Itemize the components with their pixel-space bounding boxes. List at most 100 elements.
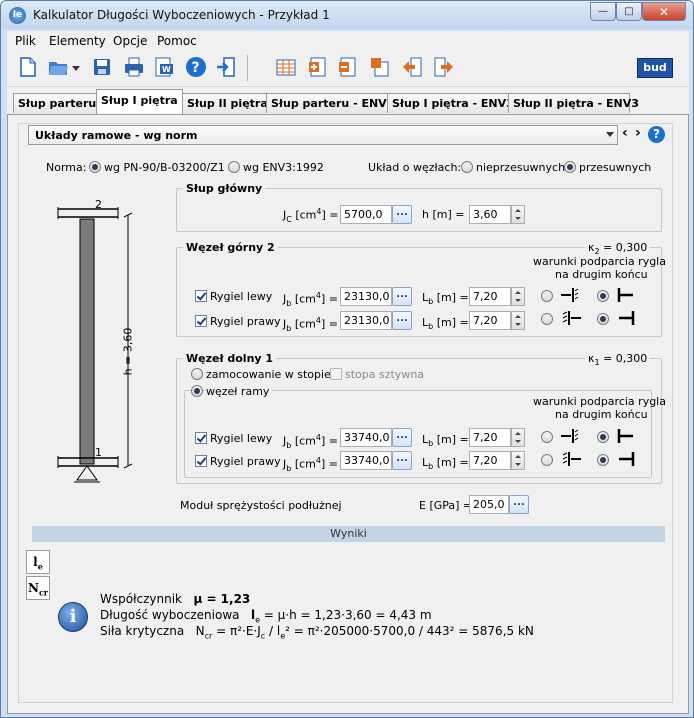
tab-slup-i-pietra[interactable]: Słup I piętra — [96, 89, 183, 114]
help-icon[interactable]: ? — [185, 56, 207, 78]
ncr-button[interactable]: Ncr — [26, 576, 50, 600]
wd-lb-lewy-input[interactable]: 7,20 — [469, 428, 511, 447]
wg-lb-prawy-spinner[interactable] — [511, 311, 525, 330]
move-right-icon[interactable] — [433, 56, 455, 78]
wd-prawy-hinged-radio[interactable] — [541, 454, 553, 466]
jb-unit-pre: [cm — [294, 317, 316, 331]
table-icon[interactable] — [275, 56, 297, 78]
stopa-sztywna-checkbox[interactable] — [330, 368, 342, 380]
print-icon[interactable] — [123, 56, 145, 78]
wg-lewy-hinged-radio[interactable] — [541, 290, 553, 302]
uklad-przesuwnych-label[interactable]: przesuwnych — [579, 161, 651, 174]
wg-prawy-fixed-radio[interactable] — [597, 313, 609, 325]
wg-prawy-hinged-radio[interactable] — [541, 313, 553, 325]
result-line-1: Współczynnik μ = 1,23 — [100, 592, 250, 606]
wd-jb-lewy-browse-button[interactable]: ... — [392, 428, 412, 447]
jc-unit-pre: [cm — [295, 208, 317, 222]
menu-plik[interactable]: Plik — [15, 34, 36, 48]
wg-jb-lewy-input[interactable]: 23130,0 — [340, 287, 392, 306]
wd-rygiel-lewy-label[interactable]: Rygiel lewy — [210, 432, 272, 445]
kappa1-sub: 1 — [594, 358, 600, 368]
wd-jb-prawy-input[interactable]: 33740,0 — [340, 451, 392, 470]
export-word-icon[interactable]: W — [153, 56, 175, 78]
tab-slup-i-pietra-env3[interactable]: Słup I piętra - ENV3 — [387, 93, 514, 113]
next-button[interactable]: › — [635, 125, 641, 141]
new-document-icon[interactable] — [17, 56, 39, 78]
add-above-icon[interactable] — [307, 56, 329, 78]
wg-lb-lewy-input[interactable]: 7,20 — [469, 287, 511, 306]
wd-jb-prawy-browse-button[interactable]: ... — [392, 451, 412, 470]
wg-jb-prawy-browse-button[interactable]: ... — [392, 311, 412, 330]
wg-rygiel-prawy-checkbox[interactable] — [195, 315, 207, 327]
top-node-label: 2 — [95, 198, 102, 211]
jb-sub: b — [286, 298, 292, 308]
layout-type-select[interactable]: Układy ramowe - wg norm — [28, 125, 618, 145]
wd-lb-lewy-label: Lb [m] = — [422, 433, 469, 448]
jb-sub: b — [286, 440, 292, 450]
wezel-ramy-label[interactable]: węzeł ramy — [206, 385, 273, 398]
dropdown-arrow-icon[interactable] — [71, 56, 81, 78]
wezel-ramy-radio[interactable] — [191, 385, 203, 397]
wg-rygiel-lewy-label[interactable]: Rygiel lewy — [210, 290, 272, 303]
lb-unit: [m] = — [436, 291, 469, 304]
zamocowanie-radio[interactable] — [191, 368, 203, 380]
h-spinner[interactable] — [511, 205, 525, 224]
e-browse-button[interactable]: ... — [509, 495, 529, 514]
wd-lb-prawy-input[interactable]: 7,20 — [469, 451, 511, 470]
menu-elementy[interactable]: Elementy — [49, 34, 106, 48]
move-left-icon[interactable] — [401, 56, 423, 78]
hinged-support-icon — [561, 288, 579, 302]
zamocowanie-label[interactable]: zamocowanie w stopie — [206, 368, 331, 381]
wd-prawy-fixed-radio[interactable] — [597, 454, 609, 466]
remove-icon[interactable] — [337, 56, 359, 78]
ncr-sub: cr — [38, 587, 49, 598]
save-icon[interactable] — [91, 56, 113, 78]
e-input[interactable]: 205,0 — [469, 495, 509, 514]
close-button[interactable]: ✕ — [642, 2, 686, 21]
wg-rygiel-prawy-label[interactable]: Rygiel prawy — [210, 315, 281, 328]
h-input[interactable]: 3,60 — [469, 205, 511, 224]
norma-env3-radio[interactable] — [228, 161, 240, 173]
le-button[interactable]: le — [26, 550, 50, 574]
h-label: h [m] = — [422, 208, 465, 221]
wd-jb-lewy-input[interactable]: 33740,0 — [340, 428, 392, 447]
result-line-2: Długość wyboczeniowa le = μ·h = 1,23·3,6… — [100, 608, 432, 624]
tab-slup-ii-pietra-env3[interactable]: Słup II piętra - ENV3 — [508, 93, 639, 113]
norma-pn-label[interactable]: wg PN-90/B-03200/Z1 — [104, 161, 225, 174]
wd-lewy-fixed-radio[interactable] — [597, 431, 609, 443]
wg-lb-lewy-spinner[interactable] — [511, 287, 525, 306]
wg-lb-prawy-input[interactable]: 7,20 — [469, 311, 511, 330]
wd-lb-lewy-spinner[interactable] — [511, 428, 525, 447]
copy-icon[interactable] — [369, 56, 391, 78]
wg-rygiel-lewy-checkbox[interactable] — [195, 290, 207, 302]
maximize-button[interactable]: □ — [616, 2, 642, 21]
help-circle-icon[interactable]: ? — [648, 126, 665, 143]
wd-rygiel-prawy-checkbox[interactable] — [195, 455, 207, 467]
norma-pn-radio[interactable] — [89, 161, 101, 173]
tab-slup-parteru[interactable]: Słup parteru — [13, 93, 97, 113]
wg-jb-lewy-browse-button[interactable]: ... — [392, 287, 412, 306]
wd-lb-prawy-spinner[interactable] — [511, 451, 525, 470]
wg-jb-prawy-input[interactable]: 23130,0 — [340, 311, 392, 330]
info-glyph: i — [69, 606, 77, 627]
jc-browse-button[interactable]: ... — [392, 205, 412, 224]
wd-rygiel-lewy-checkbox[interactable] — [195, 432, 207, 444]
uklad-nieprzesuwnych-label[interactable]: nieprzesuwnych — [476, 161, 565, 174]
minimize-button[interactable]: — — [590, 2, 616, 21]
exit-icon[interactable] — [215, 56, 237, 78]
wg-lewy-fixed-radio[interactable] — [597, 290, 609, 302]
open-folder-icon[interactable] — [47, 56, 69, 78]
menu-pomoc[interactable]: Pomoc — [157, 34, 197, 48]
jb-unit-post: ] = — [320, 317, 338, 331]
uklad-nieprzesuwnych-radio[interactable] — [461, 161, 473, 173]
uklad-label: Układ o węzłach: — [368, 161, 462, 174]
uklad-przesuwnych-radio[interactable] — [564, 161, 576, 173]
wd-rygiel-prawy-label[interactable]: Rygiel prawy — [210, 455, 281, 468]
jc-input[interactable]: 5700,0 — [340, 205, 392, 224]
tab-slup-ii-pietra[interactable]: Słup II piętra — [182, 93, 268, 113]
menu-opcje[interactable]: Opcje — [113, 34, 147, 48]
norma-env3-label[interactable]: wg ENV3:1992 — [243, 161, 324, 174]
prev-button[interactable]: ‹ — [622, 125, 628, 141]
wd-lewy-hinged-radio[interactable] — [541, 431, 553, 443]
tab-slup-parteru-env3[interactable]: Słup parteru - ENV3 — [266, 93, 394, 113]
